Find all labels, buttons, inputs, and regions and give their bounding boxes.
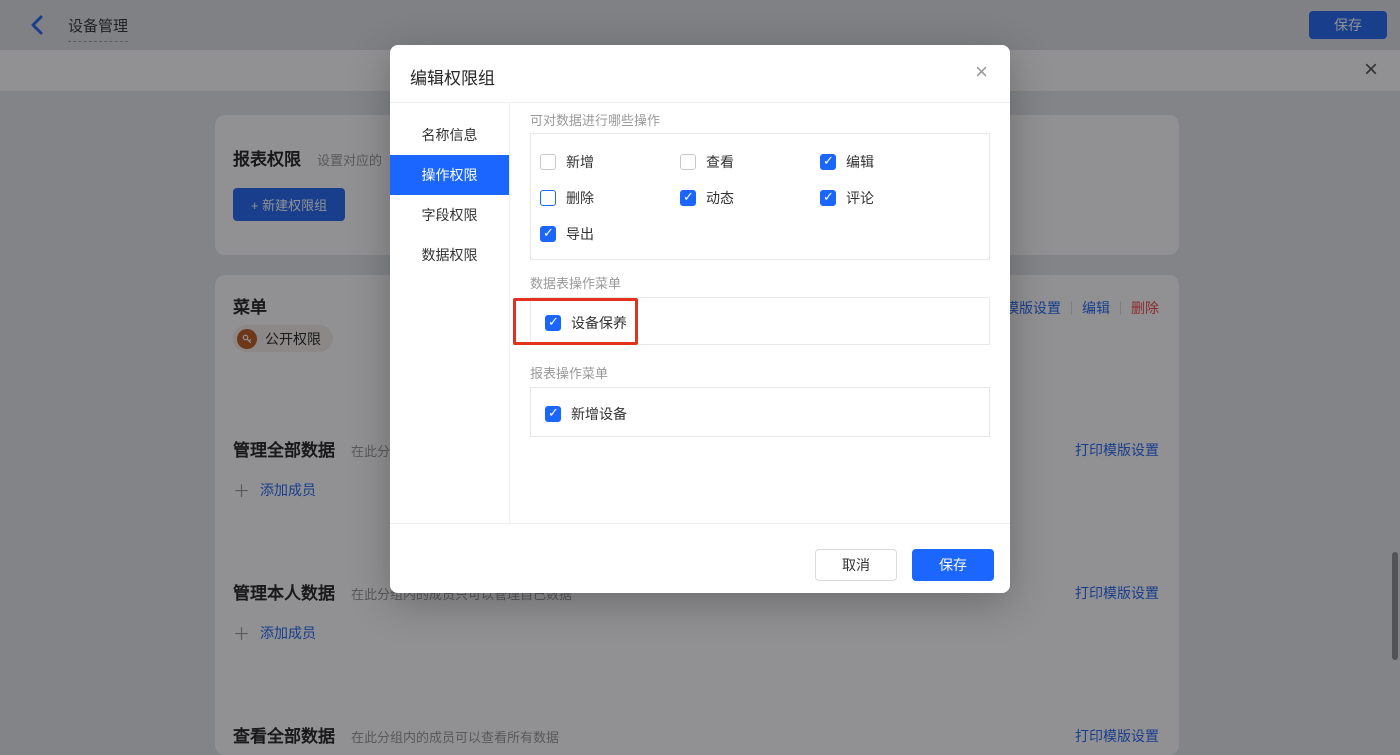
checkbox-comment[interactable]: 评论 — [820, 188, 874, 208]
checkbox-activity[interactable]: 动态 — [680, 188, 734, 208]
tab-field-permission[interactable]: 字段权限 — [390, 195, 509, 235]
checkbox-icon[interactable] — [540, 190, 556, 206]
checkbox-icon[interactable] — [680, 190, 696, 206]
tab-name-info[interactable]: 名称信息 — [390, 115, 509, 155]
modal-header: 编辑权限组 × — [390, 45, 1010, 103]
checkbox-edit[interactable]: 编辑 — [820, 152, 874, 172]
modal-footer: 取消 保存 — [390, 523, 1010, 593]
modal-close-icon[interactable]: × — [975, 59, 988, 85]
modal-tab-list: 名称信息 操作权限 字段权限 数据权限 — [390, 103, 510, 523]
modal-title: 编辑权限组 — [410, 64, 495, 89]
edit-permission-group-modal: 编辑权限组 × 名称信息 操作权限 字段权限 数据权限 可对数据进行哪些操作 新… — [390, 45, 1010, 593]
checkbox-export[interactable]: 导出 — [540, 224, 594, 244]
checkbox-add[interactable]: 新增 — [540, 152, 594, 172]
cancel-button[interactable]: 取消 — [815, 549, 897, 581]
checkbox-icon[interactable] — [540, 154, 556, 170]
checkbox-device-maintenance[interactable]: 设备保养 — [545, 313, 627, 333]
checkbox-icon[interactable] — [680, 154, 696, 170]
checkbox-icon[interactable] — [545, 406, 561, 422]
checkbox-view[interactable]: 查看 — [680, 152, 734, 172]
checkbox-icon[interactable] — [820, 154, 836, 170]
section-label: 可对数据进行哪些操作 — [530, 110, 660, 129]
checkbox-icon[interactable] — [540, 226, 556, 242]
operations-box: 新增 查看 编辑 删除 动态 评论 — [530, 133, 990, 260]
section-label: 报表操作菜单 — [530, 363, 608, 382]
tab-data-permission[interactable]: 数据权限 — [390, 235, 509, 275]
table-menu-box: 设备保养 — [530, 297, 990, 345]
save-button[interactable]: 保存 — [912, 549, 994, 581]
checkbox-delete[interactable]: 删除 — [540, 188, 594, 208]
checkbox-icon[interactable] — [545, 315, 561, 331]
section-label: 数据表操作菜单 — [530, 273, 621, 292]
report-menu-box: 新增设备 — [530, 387, 990, 437]
checkbox-add-device[interactable]: 新增设备 — [545, 404, 627, 424]
checkbox-icon[interactable] — [820, 190, 836, 206]
modal-content: 可对数据进行哪些操作 新增 查看 编辑 删除 动态 — [510, 103, 1010, 523]
tab-operation-permission[interactable]: 操作权限 — [390, 155, 509, 195]
